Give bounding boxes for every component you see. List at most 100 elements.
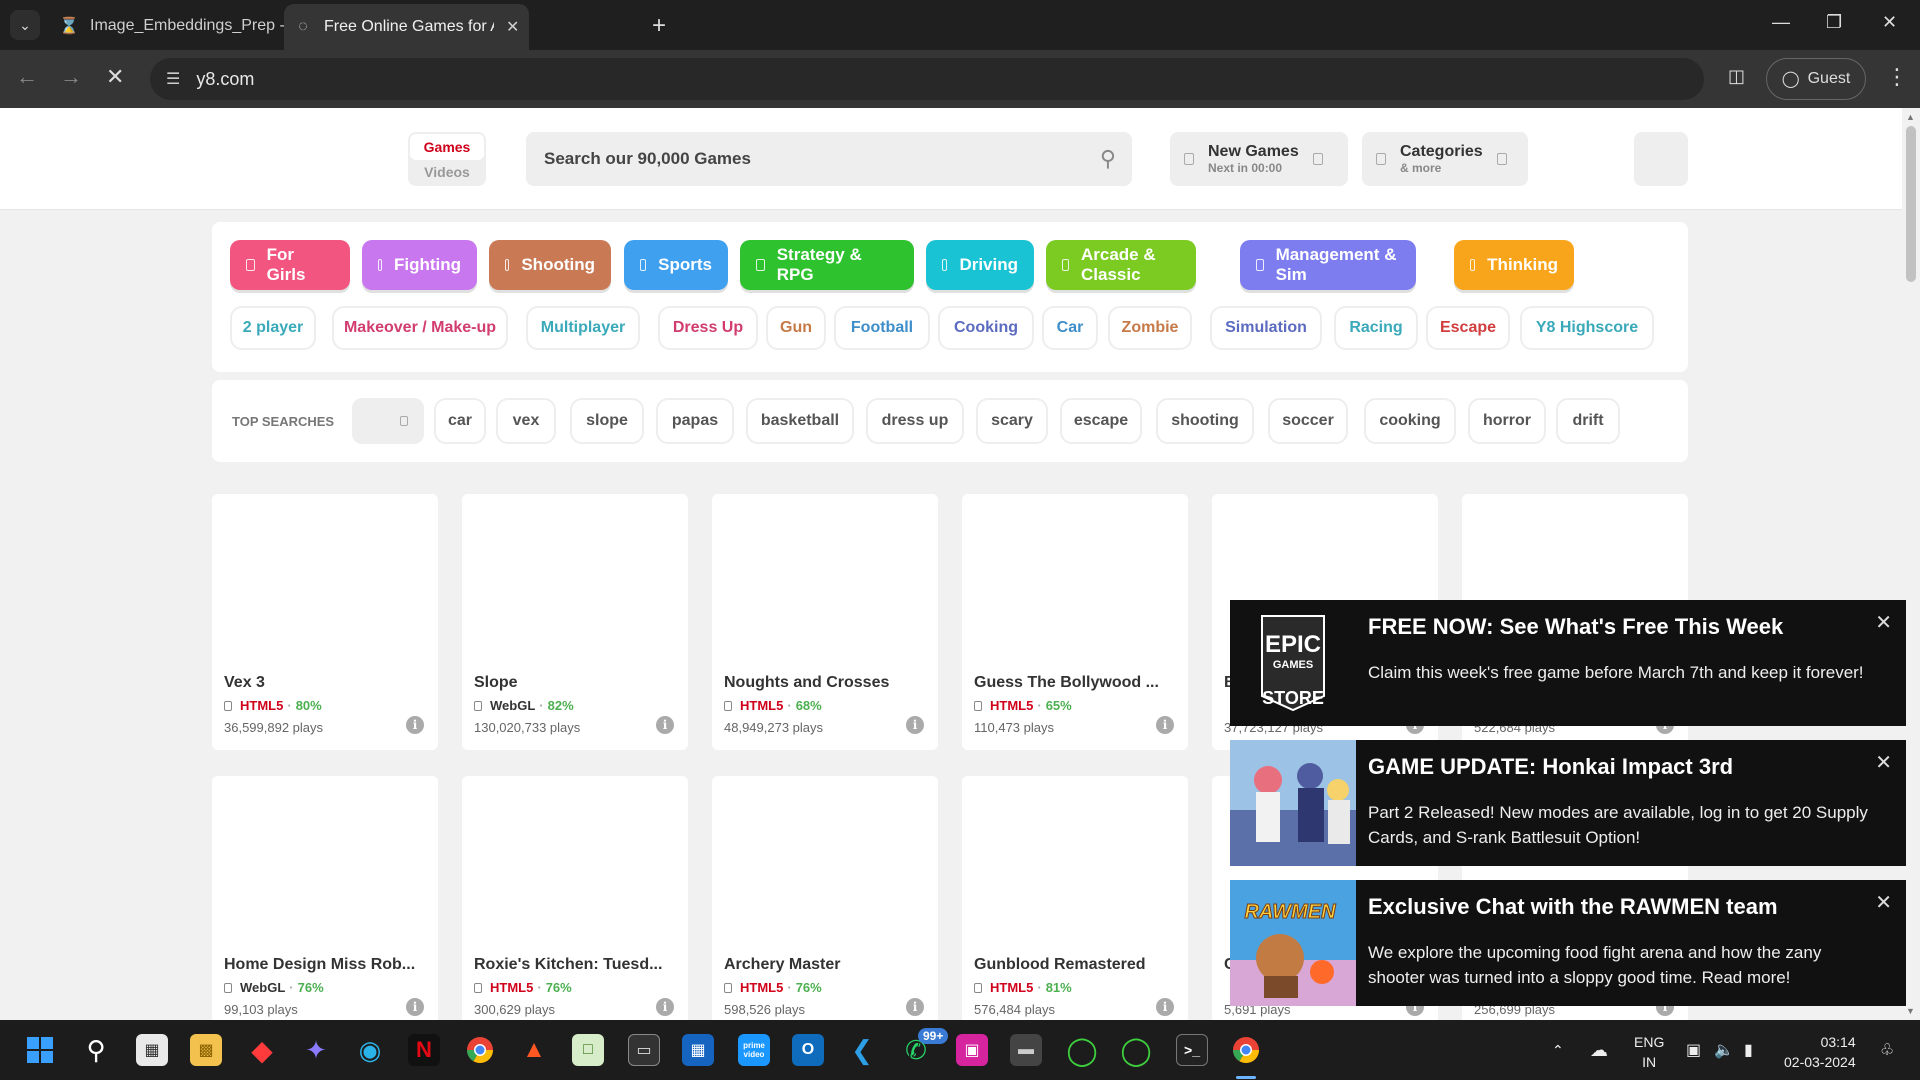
info-icon[interactable]: i <box>906 998 924 1016</box>
app-red-diamond-icon[interactable]: ◆ <box>246 1034 278 1066</box>
edge-icon[interactable]: ◉ <box>354 1034 386 1066</box>
info-icon[interactable]: i <box>906 716 924 734</box>
game-title[interactable]: Vex 3 <box>224 674 424 692</box>
search-chip[interactable]: slope <box>570 398 644 444</box>
game-search-input[interactable]: Search our 90,000 Games ⚲ <box>526 132 1132 186</box>
chrome-icon[interactable] <box>464 1034 496 1066</box>
game-card[interactable]: Home Design Miss Rob... WebGL · 76% 99,103… <box>212 776 438 1020</box>
tag-racing[interactable]: Racing <box>1334 306 1418 350</box>
toggle-videos[interactable]: Videos <box>408 164 486 180</box>
search-chip[interactable]: drift <box>1556 398 1620 444</box>
info-icon[interactable]: i <box>1156 998 1174 1016</box>
game-title[interactable]: Gunblood Remastered <box>974 956 1174 974</box>
browser-menu-icon[interactable]: ⋮ <box>1886 64 1908 90</box>
search-chip[interactable]: escape <box>1060 398 1142 444</box>
game-thumbnail[interactable] <box>462 776 688 944</box>
category-thinking[interactable]: Thinking <box>1454 240 1574 290</box>
tag-makeover[interactable]: Makeover / Make-up <box>332 306 508 350</box>
game-title[interactable]: Slope <box>474 674 674 692</box>
volume-muted-icon[interactable]: 🔈 <box>1714 1020 1734 1080</box>
game-thumbnail[interactable] <box>212 494 438 662</box>
close-icon[interactable]: ✕ <box>1875 610 1892 635</box>
game-thumbnail[interactable] <box>212 776 438 944</box>
info-icon[interactable]: i <box>656 998 674 1016</box>
scroll-down-icon[interactable]: ▼ <box>1906 1006 1915 1016</box>
game-thumbnail[interactable] <box>962 494 1188 662</box>
photos-icon[interactable]: □ <box>572 1034 604 1066</box>
game-card[interactable]: Vex 3 HTML5 · 80% 36,599,892 plays i <box>212 494 438 750</box>
tag-gun[interactable]: Gun <box>766 306 826 350</box>
file-explorer-icon[interactable]: ▩ <box>190 1034 222 1066</box>
scrollbar-thumb[interactable] <box>1906 126 1916 282</box>
tag-football[interactable]: Football <box>834 306 930 350</box>
notification-honkai[interactable]: GAME UPDATE: Honkai Impact 3rd Part 2 Re… <box>1230 740 1906 866</box>
chrome-active-icon[interactable] <box>1230 1034 1262 1066</box>
close-icon[interactable]: ✕ <box>1875 890 1892 915</box>
tag-multiplayer[interactable]: Multiplayer <box>526 306 640 350</box>
game-thumbnail[interactable] <box>462 494 688 662</box>
tag-escape[interactable]: Escape <box>1426 306 1510 350</box>
restore-icon[interactable]: ❐ <box>1826 12 1842 33</box>
category-fighting[interactable]: Fighting <box>362 240 477 290</box>
stop-loading-icon[interactable]: ✕ <box>106 64 124 90</box>
game-title[interactable]: Home Design Miss Rob... <box>224 956 424 974</box>
search-icon[interactable]: ⚲ <box>1100 146 1116 172</box>
notification-rawmen[interactable]: RAWMEN Exclusive Chat with the RAWMEN te… <box>1230 880 1906 1006</box>
powershell-icon[interactable]: >_ <box>1176 1034 1208 1066</box>
search-chip[interactable]: scary <box>976 398 1048 444</box>
search-chip[interactable]: vex <box>496 398 556 444</box>
profile-button[interactable]: ◯ Guest <box>1766 58 1866 100</box>
tag-2-player[interactable]: 2 player <box>230 306 316 350</box>
site-info-icon[interactable]: ☰ <box>166 69 180 89</box>
windows-start-icon[interactable] <box>24 1034 56 1066</box>
info-icon[interactable]: i <box>1156 716 1174 734</box>
tag-cooking[interactable]: Cooking <box>938 306 1034 350</box>
search-chip[interactable]: horror <box>1468 398 1546 444</box>
tag-simulation[interactable]: Simulation <box>1210 306 1322 350</box>
game-card[interactable]: Noughts and Crosses HTML5 · 68% 48,949,273… <box>712 494 938 750</box>
game-card[interactable]: Archery Master HTML5 · 76% 598,526 plays i <box>712 776 938 1020</box>
input-language[interactable]: ENG IN <box>1634 1032 1664 1072</box>
category-arcade-classic[interactable]: Arcade & Classic <box>1046 240 1196 290</box>
game-thumbnail[interactable] <box>712 494 938 662</box>
category-driving[interactable]: Driving <box>926 240 1034 290</box>
forward-icon[interactable]: → <box>60 64 82 90</box>
tag-zombie[interactable]: Zombie <box>1108 306 1192 350</box>
search-chip[interactable]: basketball <box>746 398 854 444</box>
game-card[interactable]: Roxie's Kitchen: Tuesd... HTML5 · 76% 300,… <box>462 776 688 1020</box>
show-hidden-icons[interactable]: ⌃ <box>1552 1020 1564 1080</box>
close-window-icon[interactable]: ✕ <box>1882 12 1897 33</box>
info-icon[interactable]: i <box>406 998 424 1016</box>
close-icon[interactable]: ✕ <box>1875 750 1892 775</box>
game-thumbnail[interactable] <box>712 776 938 944</box>
search-chip[interactable]: soccer <box>1268 398 1348 444</box>
game-thumbnail[interactable] <box>962 776 1188 944</box>
top-searches-placeholder[interactable] <box>352 398 424 444</box>
prime-video-icon[interactable]: prime video <box>738 1034 770 1066</box>
game-title[interactable]: Noughts and Crosses <box>724 674 924 692</box>
notifications-bell-icon[interactable]: ♧ <box>1880 1020 1894 1080</box>
battery-icon[interactable]: ▮ <box>1744 1020 1753 1080</box>
category-management-sim[interactable]: Management & Sim <box>1240 240 1416 290</box>
game-card[interactable]: Guess The Bollywood ... HTML5 · 65% 110,47… <box>962 494 1188 750</box>
netflix-icon[interactable]: N <box>408 1034 440 1066</box>
games-videos-toggle[interactable]: Games Videos <box>408 132 486 186</box>
search-icon[interactable]: ⚲ <box>80 1034 112 1066</box>
window-app-icon[interactable]: ▬ <box>1010 1034 1042 1066</box>
outlook-icon[interactable]: O <box>792 1034 824 1066</box>
notification-epic[interactable]: EPIC GAMES STORE FREE NOW: See What's Fr… <box>1230 600 1906 726</box>
ring-app-icon[interactable]: ◯ <box>1066 1034 1098 1066</box>
game-title[interactable]: Roxie's Kitchen: Tuesd... <box>474 956 674 974</box>
info-icon[interactable]: i <box>406 716 424 734</box>
tag-y8-highscore[interactable]: Y8 Highscore <box>1520 306 1654 350</box>
network-icon[interactable]: ▣ <box>1686 1020 1701 1080</box>
search-chip[interactable]: dress up <box>866 398 964 444</box>
address-bar[interactable]: ☰ y8.com <box>150 58 1704 100</box>
category-sports[interactable]: Sports <box>624 240 728 290</box>
instagram-icon[interactable]: ▣ <box>956 1034 988 1066</box>
tab-y8[interactable]: ◌ Free Online Games for All Ages ✕ <box>284 4 530 50</box>
game-card[interactable]: Slope WebGL · 82% 130,020,733 plays i <box>462 494 688 750</box>
terminal-window-icon[interactable]: ▭ <box>628 1034 660 1066</box>
tag-dress-up[interactable]: Dress Up <box>658 306 758 350</box>
copilot-icon[interactable]: ✦ <box>300 1034 332 1066</box>
